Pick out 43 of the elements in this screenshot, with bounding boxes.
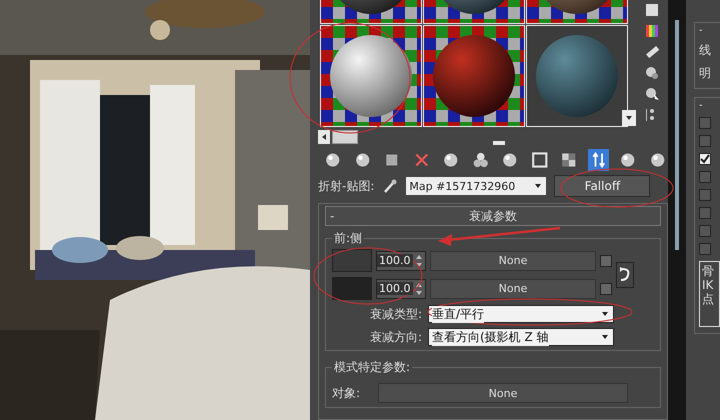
- swap-icon[interactable]: [616, 262, 634, 288]
- arrows-icon[interactable]: [588, 149, 609, 171]
- map-button[interactable]: None: [430, 250, 596, 270]
- scroll-left-button[interactable]: [318, 130, 330, 144]
- color-swatch[interactable]: [332, 249, 372, 272]
- spheres-icon[interactable]: [644, 65, 660, 81]
- falloff-direction-dropdown[interactable]: 查看方向(摄影机 Z 轴: [428, 328, 614, 346]
- cursor-icon[interactable]: [644, 86, 660, 102]
- checkbox[interactable]: [699, 171, 711, 183]
- collapse-button[interactable]: -: [699, 25, 720, 36]
- scrollbar[interactable]: [668, 0, 686, 420]
- checkbox[interactable]: [699, 189, 711, 201]
- object-map-button[interactable]: None: [378, 383, 628, 403]
- number-spinner[interactable]: 100.0: [376, 278, 426, 298]
- checkbox[interactable]: [699, 153, 711, 165]
- object-label: 对象:: [332, 384, 362, 402]
- map-button[interactable]: None: [430, 278, 596, 298]
- checkbox[interactable]: [600, 254, 612, 266]
- map-name-dropdown[interactable]: Map #1571732960: [406, 177, 546, 195]
- square-icon[interactable]: [644, 2, 660, 18]
- checkbox[interactable]: [699, 207, 711, 219]
- falloff-type-dropdown[interactable]: 垂直/平行: [428, 305, 614, 323]
- scroll-thumb[interactable]: [332, 130, 358, 144]
- list-item[interactable]: 点: [702, 292, 717, 306]
- eyedropper-icon[interactable]: [382, 178, 398, 194]
- option-label: 线: [699, 42, 712, 59]
- group-title: 前:侧: [332, 230, 364, 247]
- map-label: 折射-贴图:: [318, 178, 374, 194]
- checkbox[interactable]: [600, 282, 612, 294]
- option-label: 明: [699, 65, 712, 82]
- color-bars-icon[interactable]: [644, 23, 660, 39]
- checkbox[interactable]: [699, 243, 711, 255]
- map-type-button[interactable]: Falloff: [554, 175, 650, 197]
- list-item[interactable]: IK: [702, 278, 717, 292]
- rollout-header[interactable]: - 衰减参数: [325, 206, 661, 226]
- collapse-button[interactable]: -: [699, 100, 720, 111]
- number-spinner[interactable]: 100.0: [376, 250, 426, 270]
- list-item[interactable]: 骨: [702, 264, 717, 278]
- checkbox[interactable]: [699, 135, 711, 147]
- checkbox[interactable]: [699, 225, 711, 237]
- color-swatch[interactable]: [332, 277, 372, 300]
- dropdown-button[interactable]: [622, 110, 636, 126]
- checkbox[interactable]: [699, 117, 711, 129]
